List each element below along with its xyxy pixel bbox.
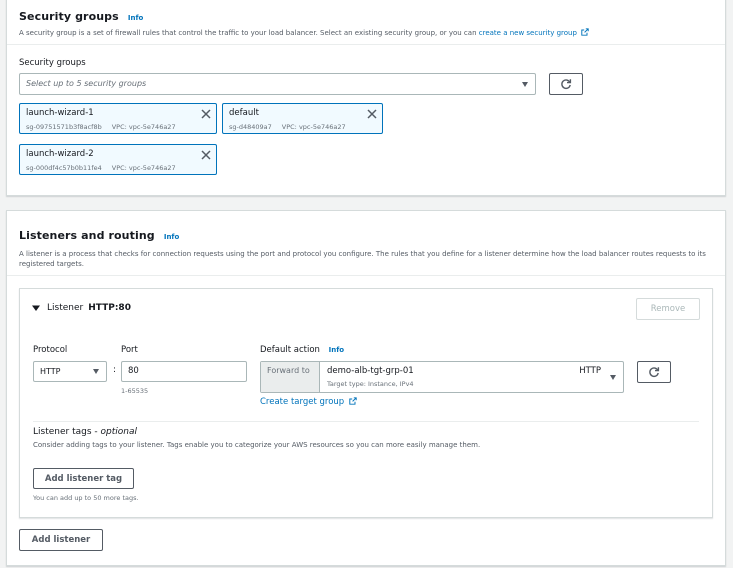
listener-container: Listener HTTP:80 Remove Protocol HTTP : … [19,288,713,518]
external-link-icon [349,397,357,405]
refresh-security-groups-button[interactable] [549,73,583,95]
security-group-token-meta: sg-000df4c57b0b11fe4 VPC: vpc-5e746a27 [26,164,210,172]
security-group-token-name: default [229,108,259,118]
add-listener-tag-button[interactable]: Add listener tag [33,468,134,489]
security-group-token-id: sg-d48409a7 [229,123,272,131]
caret-down-icon [610,375,616,380]
refresh-icon [649,367,660,377]
security-group-token-id: sg-000df4c57b0b11fe4 [26,164,102,172]
listener-tags-title: Listener tags - optional [33,427,137,437]
default-action-select[interactable]: Forward to demo-alb-tgt-grp-01 Target ty… [260,361,624,393]
security-groups-divider [7,44,725,45]
listeners-info-link[interactable]: Info [164,233,179,241]
security-groups-select[interactable]: Select up to 5 security groups [19,73,536,95]
refresh-target-groups-button[interactable] [637,361,671,383]
caret-down-icon [522,82,528,87]
forward-to-label: Forward to [261,362,320,392]
default-action-info-link[interactable]: Info [329,346,344,354]
security-groups-description: A security group is a set of firewall ru… [19,28,713,38]
listeners-routing-panel: Listeners and routing Info A listener is… [6,210,726,566]
security-groups-description-text: A security group is a set of firewall ru… [19,29,477,37]
remove-token-icon[interactable] [201,150,211,160]
refresh-icon [561,79,572,89]
default-action-label-text: Default action [260,345,320,355]
security-groups-select-placeholder: Select up to 5 security groups [26,79,147,88]
listeners-divider [7,275,725,276]
security-group-token-vpc: VPC: vpc-5e746a27 [281,123,346,131]
listeners-title: Listeners and routing [19,229,155,242]
listener-tags-optional: optional [100,427,137,437]
security-group-token: launch-wizard-1 sg-09751571b3f8acf8b VPC:… [19,103,217,134]
security-group-token-vpc: VPC: vpc-5e746a27 [111,164,176,172]
security-group-token-meta: sg-09751571b3f8acf8b VPC: vpc-5e746a27 [26,123,210,131]
security-group-token-meta: sg-d48409a7 VPC: vpc-5e746a27 [229,123,376,131]
caret-down-icon [93,369,99,374]
listeners-description: A listener is a process that checks for … [19,250,706,268]
security-group-token: launch-wizard-2 sg-000df4c57b0b11fe4 VPC:… [19,144,217,175]
remove-token-icon[interactable] [367,109,377,119]
external-link-icon[interactable] [581,28,589,36]
listener-tags-divider [33,421,699,422]
target-group-name: demo-alb-tgt-grp-01 [327,366,414,376]
target-protocol: HTTP [579,366,601,376]
security-group-token-name: launch-wizard-1 [26,108,94,118]
listener-tags-description: Consider adding tags to your listener. T… [33,441,481,449]
listener-name: HTTP:80 [88,303,131,313]
target-type: Target type: Instance, IPv4 [327,380,414,388]
security-groups-title-row: Security groups Info [19,5,713,24]
listener-tags-hint: You can add up to 50 more tags. [33,494,139,502]
remove-listener-button[interactable]: Remove [636,298,700,320]
security-groups-panel: Security groups Info A security group is… [6,0,726,196]
create-target-group-link[interactable]: Create target group [260,397,357,407]
protocol-select-value: HTTP [40,367,61,376]
security-groups-field-label: Security groups [19,58,86,68]
remove-token-icon[interactable] [201,109,211,119]
protocol-port-separator: : [113,365,117,375]
listeners-header: Listeners and routing Info A listener is… [7,211,725,269]
security-groups-header: Security groups Info A security group is… [7,0,725,38]
create-target-group-link-text: Create target group [260,397,345,407]
security-group-token: default sg-d48409a7 VPC: vpc-5e746a27 [222,103,383,134]
port-input[interactable]: 80 [121,361,247,382]
listener-tags-title-text: Listener tags - [33,427,98,437]
security-group-token-vpc: VPC: vpc-5e746a27 [111,123,176,131]
security-groups-title: Security groups [19,10,119,23]
port-label: Port [121,345,138,355]
protocol-label: Protocol [33,345,68,355]
add-listener-button[interactable]: Add listener [19,529,103,551]
listener-prefix: Listener [47,303,84,313]
security-groups-info-link[interactable]: Info [128,14,143,22]
create-security-group-link[interactable]: create a new security group [479,29,577,37]
listener-expand-toggle[interactable]: Listener HTTP:80 [32,303,131,313]
caret-down-icon [32,305,40,311]
port-hint: 1-65535 [121,387,149,395]
listeners-title-row: Listeners and routing Info [19,224,713,243]
security-group-token-id: sg-09751571b3f8acf8b [26,123,102,131]
security-group-token-name: launch-wizard-2 [26,149,94,159]
protocol-select[interactable]: HTTP [33,361,107,382]
default-action-label: Default action Info [260,345,344,355]
